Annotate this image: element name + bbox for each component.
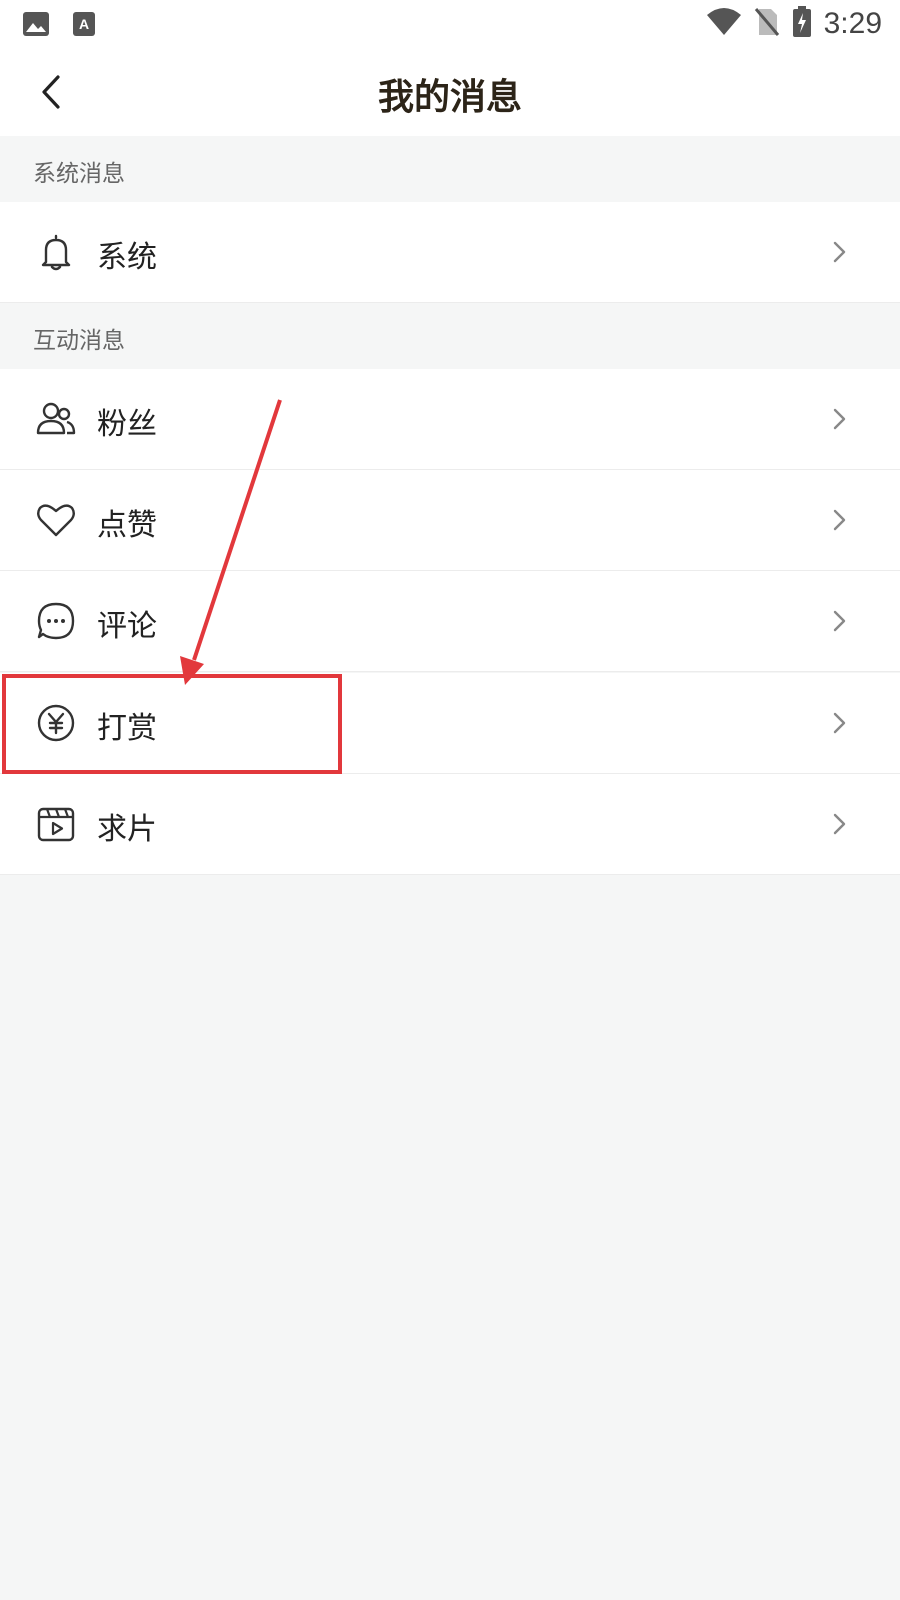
status-left-icons: A <box>22 11 96 41</box>
list-item-fans[interactable]: 粉丝 <box>0 369 900 470</box>
chevron-right-icon <box>833 408 846 430</box>
chevron-right-icon <box>833 509 846 531</box>
chevron-right-icon <box>833 813 846 835</box>
users-icon <box>36 402 76 435</box>
battery-charging-icon <box>792 6 812 42</box>
section-title: 系统消息 <box>33 161 125 187</box>
chevron-right-icon <box>833 610 846 632</box>
list-item-label: 求片 <box>97 812 157 847</box>
font-app-icon: A <box>72 11 96 41</box>
status-bar: A 3:29 <box>0 0 900 48</box>
page-title: 我的消息 <box>377 77 522 118</box>
video-request-icon <box>37 807 75 842</box>
heart-icon <box>37 504 75 537</box>
list-item-requests[interactable]: 求片 <box>0 774 900 875</box>
gallery-icon <box>22 11 50 41</box>
status-right-icons: 3:29 <box>706 6 882 42</box>
annotation-highlight-box <box>2 674 342 774</box>
svg-text:A: A <box>79 16 89 32</box>
list-item-likes[interactable]: 点赞 <box>0 470 900 571</box>
section-header-system: 系统消息 <box>0 136 900 202</box>
app-header: 我的消息 <box>0 48 900 136</box>
wifi-icon <box>706 7 742 41</box>
list-item-system[interactable]: 系统 <box>0 202 900 303</box>
chevron-right-icon <box>833 712 846 734</box>
list-item-label: 系统 <box>97 240 157 275</box>
status-time: 3:29 <box>823 7 882 40</box>
list-item-label: 点赞 <box>97 508 157 543</box>
list-item-label: 粉丝 <box>97 407 157 442</box>
chevron-right-icon <box>833 241 846 263</box>
list-item-comments[interactable]: 评论 <box>0 571 900 672</box>
list-item-label: 评论 <box>97 609 157 644</box>
bell-icon <box>41 234 71 271</box>
comment-icon <box>37 602 75 640</box>
no-sim-icon <box>754 7 780 41</box>
section-title: 互动消息 <box>33 328 125 354</box>
section-header-interaction: 互动消息 <box>0 303 900 369</box>
